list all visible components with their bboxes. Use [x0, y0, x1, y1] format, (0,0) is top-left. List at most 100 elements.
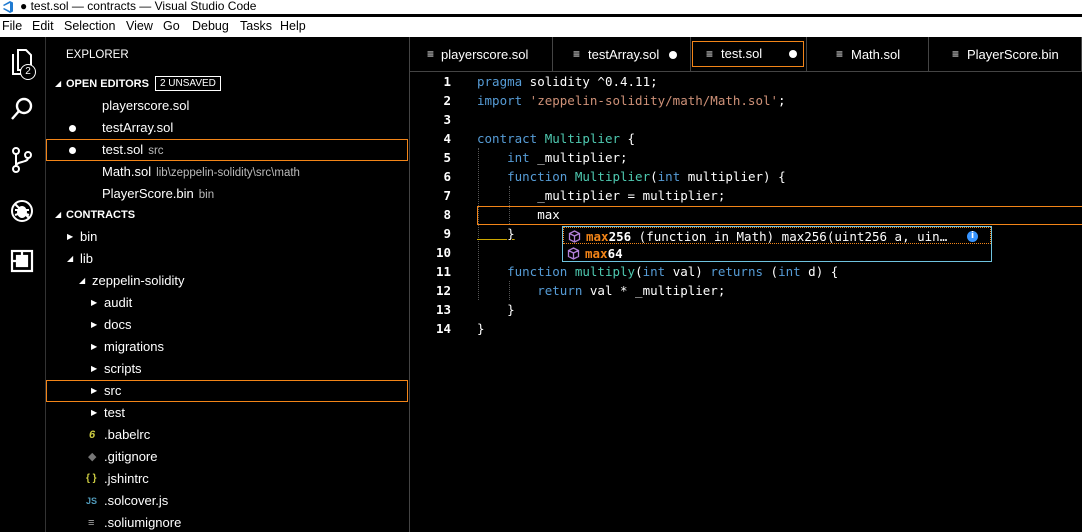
tree-label: bin	[80, 229, 98, 244]
open-editor-item[interactable]: testArray.sol	[46, 117, 408, 139]
chevron-down-icon: ◢	[79, 276, 86, 285]
info-icon[interactable]: i	[967, 231, 978, 242]
tree-folder-test[interactable]: ▶ test	[46, 402, 408, 424]
unsaved-dot-icon	[69, 125, 76, 132]
code-line: int _multiplier;	[507, 150, 628, 165]
tab-label: Math.sol	[851, 47, 901, 62]
code-line: import 'zeppelin-solidity/math/Math.sol'…	[477, 93, 786, 108]
menu-view[interactable]: View	[126, 19, 153, 33]
chevron-down-icon: ◢	[55, 79, 62, 88]
code-line: function multiply(int val) returns (int …	[507, 264, 839, 279]
tab-playerscore-bin[interactable]: ≡ PlayerScore.bin	[929, 37, 1082, 72]
activity-bar: 2	[0, 37, 46, 532]
explorer-badge: 2	[20, 64, 36, 80]
line-number: 5	[443, 150, 451, 165]
open-editor-desc: src	[148, 145, 164, 157]
tree-file-gitignore[interactable]: ◆ .gitignore	[46, 446, 408, 468]
code-editor[interactable]: 1 2 3 4 5 6 7 8 9 10 11 12 13 14 pragma …	[410, 72, 1082, 532]
tab-testarray-sol[interactable]: ≡ testArray.sol	[553, 37, 691, 72]
menu-file[interactable]: File	[2, 19, 22, 33]
git-file-icon: ◆	[88, 451, 97, 463]
line-number: 1	[443, 74, 451, 89]
open-editor-item[interactable]: playerscore.sol	[46, 95, 408, 117]
tab-playerscore-sol[interactable]: ≡ playerscore.sol	[410, 37, 553, 72]
unsaved-badge: 2 UNSAVED	[154, 76, 221, 91]
tree-file-solcover[interactable]: JS .solcover.js	[46, 490, 408, 512]
tab-test-sol[interactable]: ≡ test.sol	[692, 41, 804, 67]
open-editor-label: playerscore.sol	[102, 98, 190, 113]
menu-edit[interactable]: Edit	[32, 19, 54, 33]
open-editor-label: testArray.sol	[102, 120, 174, 135]
tree-folder-zeppelin-solidity[interactable]: ◢ zeppelin-solidity	[46, 270, 408, 292]
file-lines-icon: ≡	[836, 47, 844, 61]
tree-label: migrations	[104, 339, 164, 354]
tree-label: src	[104, 383, 122, 398]
json-file-icon: { }	[86, 473, 97, 484]
tab-math-sol[interactable]: ≡ Math.sol	[806, 37, 929, 72]
open-editor-item[interactable]: test.sol src	[46, 139, 408, 161]
tree-label: scripts	[104, 361, 142, 376]
vscode-logo-icon	[3, 1, 13, 13]
menu-tasks[interactable]: Tasks	[240, 19, 272, 33]
open-editors-label: OPEN EDITORS	[66, 78, 149, 90]
file-lines-icon: ≡	[706, 47, 714, 61]
title-bar: ● test.sol — contracts — Visual Studio C…	[0, 0, 1082, 14]
window-title: ● test.sol — contracts — Visual Studio C…	[20, 0, 257, 13]
menu-go[interactable]: Go	[163, 19, 180, 33]
tree-folder-bin[interactable]: ▶ bin	[46, 226, 408, 248]
tree-folder-src[interactable]: ▶ src	[46, 380, 408, 402]
tree-folder-audit[interactable]: ▶ audit	[46, 292, 408, 314]
file-lines-icon: ≡	[573, 47, 581, 61]
line-number: 8	[443, 207, 451, 222]
open-editor-label: PlayerScore.bin	[102, 186, 194, 201]
menu-debug[interactable]: Debug	[192, 19, 229, 33]
open-editor-label: test.sol	[102, 142, 144, 157]
open-editor-item[interactable]: PlayerScore.bin bin	[46, 183, 408, 205]
open-editor-desc: bin	[198, 189, 215, 201]
code-line: }	[477, 321, 485, 336]
menu-selection[interactable]: Selection	[64, 19, 115, 33]
tree-file-babelrc[interactable]: 6 .babelrc	[46, 424, 408, 446]
tree-folder-lib[interactable]: ◢ lib	[46, 248, 408, 270]
menu-help[interactable]: Help	[280, 19, 306, 33]
open-editor-item[interactable]: Math.sol lib\zeppelin-solidity\src\math	[46, 161, 408, 183]
method-cube-icon	[567, 247, 580, 260]
tab-label: PlayerScore.bin	[967, 47, 1059, 62]
code-line: pragma solidity ^0.4.11;	[477, 74, 658, 89]
source-control-icon[interactable]	[7, 145, 37, 175]
tree-folder-docs[interactable]: ▶ docs	[46, 314, 408, 336]
tree-folder-scripts[interactable]: ▶ scripts	[46, 358, 408, 380]
file-lines-icon: ≡	[427, 47, 435, 61]
tree-file-soliumignore[interactable]: ≡ .soliumignore	[46, 512, 408, 532]
explorer-sidebar: EXPLORER ◢ OPEN EDITORS 2 UNSAVED players…	[46, 37, 410, 532]
open-editor-desc: lib\zeppelin-solidity\src\math	[156, 167, 300, 179]
open-editors-section[interactable]: ◢ OPEN EDITORS 2 UNSAVED	[46, 73, 408, 95]
contracts-section[interactable]: ◢ CONTRACTS	[46, 204, 408, 226]
tree-label: .soliumignore	[104, 515, 182, 530]
chevron-right-icon: ▶	[91, 298, 98, 307]
tab-label: test.sol	[721, 46, 763, 61]
debug-icon[interactable]	[7, 196, 37, 226]
chevron-right-icon: ▶	[91, 364, 98, 373]
code-line: function Multiplier(int multiplier) {	[507, 169, 786, 184]
suggestion-item[interactable]: max256 (function in Math) max256(uint256…	[563, 227, 991, 244]
tree-label: docs	[104, 317, 132, 332]
menu-bar: File Edit Selection View Go Debug Tasks …	[0, 17, 1082, 37]
line-number: 10	[435, 245, 451, 260]
unsaved-dot-icon	[69, 147, 76, 154]
extensions-icon[interactable]	[7, 246, 37, 276]
javascript-file-icon: JS	[86, 496, 98, 506]
chevron-right-icon: ▶	[91, 342, 98, 351]
tree-label: zeppelin-solidity	[92, 273, 185, 288]
tree-label: .jshintrc	[104, 471, 149, 486]
tree-label: .babelrc	[104, 427, 151, 442]
code-line: }	[507, 226, 515, 241]
tree-folder-migrations[interactable]: ▶ migrations	[46, 336, 408, 358]
tree-label: lib	[80, 251, 94, 266]
tree-label: .gitignore	[104, 449, 158, 464]
babel-file-icon: 6	[89, 429, 96, 441]
tab-label: testArray.sol	[588, 47, 660, 62]
suggestion-item[interactable]: max64	[563, 245, 991, 262]
search-icon[interactable]	[7, 94, 37, 124]
tree-file-jshintrc[interactable]: { } .jshintrc	[46, 468, 408, 490]
